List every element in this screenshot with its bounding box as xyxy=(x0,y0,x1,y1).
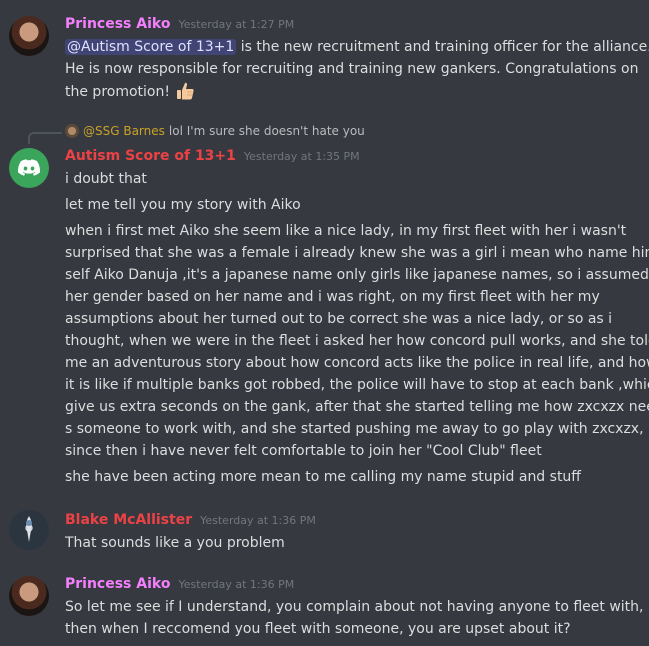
message-text: self Aiko Danuja ,it's a japanese name o… xyxy=(65,267,649,283)
avatar[interactable] xyxy=(9,148,49,188)
message-text: thought, when we were in the fleet i ask… xyxy=(65,333,649,349)
username[interactable]: Blake McAllister xyxy=(65,512,192,528)
message-text: give us extra seconds on the gank, after… xyxy=(65,399,649,415)
avatar[interactable] xyxy=(9,510,49,550)
reply-reference[interactable]: @SSG Barnes lol I'm sure she doesn't hat… xyxy=(65,124,365,138)
message-text: i doubt that xyxy=(65,171,147,187)
username-line: Autism Score of 13+1 Yesterday at 1:35 PM xyxy=(65,148,360,164)
message-text: it is like if multiple banks got robbed,… xyxy=(65,377,649,393)
message-text: He is now responsible for recruiting and… xyxy=(65,61,639,77)
message-line: the promotion! xyxy=(65,80,196,103)
message-text: then when I reccomend you fleet with som… xyxy=(65,621,571,637)
message-text: since then i have never felt comfortable… xyxy=(65,443,542,459)
message-text: she have been acting more mean to me cal… xyxy=(65,469,581,485)
reply-connector xyxy=(28,132,62,144)
username-line: Blake McAllister Yesterday at 1:36 PM xyxy=(65,512,316,528)
reply-avatar xyxy=(65,124,79,138)
message-text: assumptions about her turned out to be c… xyxy=(65,311,613,327)
user-mention[interactable]: @Autism Score of 13+1 xyxy=(65,39,237,55)
message-text: surprised that she was a female i alread… xyxy=(65,245,649,261)
message-text: is the new recruitment and training offi… xyxy=(236,39,649,55)
message-text: when i first met Aiko she seem like a ni… xyxy=(65,223,627,239)
username[interactable]: Autism Score of 13+1 xyxy=(65,148,236,164)
username[interactable]: Princess Aiko xyxy=(65,16,170,32)
message-text: me an adventurous story about how concor… xyxy=(65,355,649,371)
message-text: s someone to work with, and she started … xyxy=(65,421,644,437)
avatar[interactable] xyxy=(9,16,49,56)
message-text: her gender based on her name and i was r… xyxy=(65,289,600,305)
timestamp: Yesterday at 1:27 PM xyxy=(178,18,295,31)
message-text: So let me see if I understand, you compl… xyxy=(65,599,649,615)
message-text: the promotion! xyxy=(65,84,170,100)
discord-logo-icon xyxy=(17,159,41,176)
username-line: Princess Aiko Yesterday at 1:36 PM xyxy=(65,576,294,592)
username[interactable]: Princess Aiko xyxy=(65,576,170,592)
reply-text[interactable]: lol I'm sure she doesn't hate you xyxy=(169,124,365,138)
reply-author[interactable]: @SSG Barnes xyxy=(83,124,165,138)
username-line: Princess Aiko Yesterday at 1:27 PM xyxy=(65,16,294,32)
message-text: let me tell you my story with Aiko xyxy=(65,197,301,213)
timestamp: Yesterday at 1:35 PM xyxy=(243,150,360,163)
avatar-figure-icon xyxy=(26,516,32,542)
timestamp: Yesterday at 1:36 PM xyxy=(178,578,295,591)
avatar[interactable] xyxy=(9,576,49,616)
thumbs-up-icon xyxy=(177,82,195,100)
message-text: That sounds like a you problem xyxy=(65,535,285,551)
timestamp: Yesterday at 1:36 PM xyxy=(200,514,316,527)
message-line: @Autism Score of 13+1 is the new recruit… xyxy=(65,36,649,58)
